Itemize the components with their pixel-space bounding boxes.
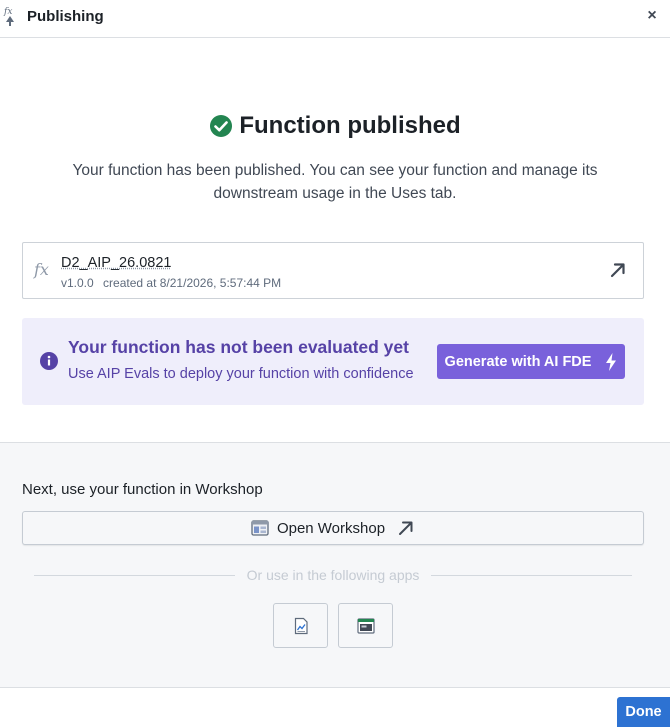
next-steps-label: Next, use your function in Workshop — [22, 481, 263, 498]
success-title: Function published — [239, 112, 461, 139]
function-meta: v1.0.0 created at 8/21/2026, 5:57:44 PM — [61, 276, 281, 290]
chart-document-icon — [294, 617, 308, 634]
generate-button-label: Generate with AI FDE — [444, 353, 592, 370]
or-separator: Or use in the following apps — [34, 565, 633, 585]
app-window-icon — [356, 617, 375, 634]
evaluation-subtext: Use AIP Evals to deploy your function wi… — [68, 366, 414, 382]
evaluation-heading: Your function has not been evaluated yet — [68, 337, 409, 357]
evaluation-callout: Your function has not been evaluated yet… — [22, 318, 644, 405]
arrow-top-right-icon — [399, 521, 413, 535]
open-workshop-label: Open Workshop — [276, 519, 386, 537]
generate-with-ai-fde-button[interactable]: Generate with AI FDE — [437, 344, 625, 379]
arrow-top-right-icon[interactable] — [609, 261, 627, 279]
close-icon[interactable]: × — [642, 6, 662, 26]
check-circle-icon — [210, 115, 233, 137]
fx-icon: fx — [34, 260, 49, 279]
dialog-title: Publishing — [27, 8, 104, 25]
or-text: Or use in the following apps — [246, 567, 420, 583]
separator-line — [431, 574, 633, 576]
function-icon: fx — [3, 5, 19, 27]
workshop-icon — [251, 520, 269, 536]
function-name[interactable]: D2_AIP_26.0821 — [61, 255, 171, 271]
app-button-chart-document[interactable] — [273, 603, 328, 648]
separator-line — [34, 574, 235, 576]
dialog-header: fx Publishing × — [0, 0, 670, 38]
function-version: v1.0.0 — [61, 276, 94, 290]
done-button[interactable]: Done — [617, 697, 670, 727]
success-description: Your function has been published. You ca… — [72, 162, 598, 202]
svg-text:fx: fx — [3, 7, 12, 17]
lightning-icon — [606, 352, 617, 371]
function-card[interactable]: fx D2_AIP_26.0821 v1.0.0 created at 8/21… — [22, 242, 644, 299]
info-sign-icon — [40, 352, 58, 370]
footer-divider — [0, 687, 670, 688]
success-heading: Function published — [0, 110, 670, 142]
function-created: created at 8/21/2026, 5:57:44 PM — [103, 276, 282, 290]
open-workshop-button[interactable]: Open Workshop — [22, 511, 644, 545]
app-button-app-window[interactable] — [338, 603, 393, 648]
